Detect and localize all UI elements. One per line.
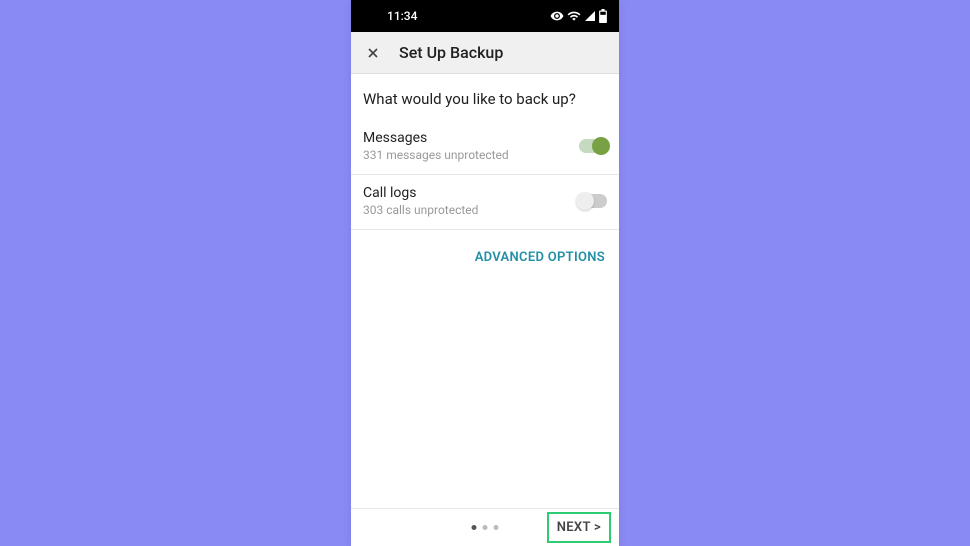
phone-frame: 11:34 Set Up Backup What would you like … bbox=[351, 0, 619, 546]
signal-icon bbox=[584, 10, 596, 22]
toggle-messages[interactable] bbox=[579, 139, 607, 153]
dot-1 bbox=[472, 525, 477, 530]
option-messages[interactable]: Messages 331 messages unprotected bbox=[351, 120, 619, 175]
option-label: Messages bbox=[363, 130, 509, 146]
dot-2 bbox=[483, 525, 488, 530]
option-sublabel: 303 calls unprotected bbox=[363, 203, 478, 217]
section-heading: What would you like to back up? bbox=[351, 74, 619, 120]
app-bar: Set Up Backup bbox=[351, 32, 619, 74]
page-title: Set Up Backup bbox=[399, 43, 503, 62]
wifi-icon bbox=[567, 9, 581, 23]
option-sublabel: 331 messages unprotected bbox=[363, 148, 509, 162]
advanced-row: ADVANCED OPTIONS bbox=[351, 230, 619, 281]
status-icons bbox=[550, 9, 607, 23]
battery-icon bbox=[599, 9, 607, 23]
status-bar: 11:34 bbox=[351, 0, 619, 32]
toggle-call-logs[interactable] bbox=[579, 194, 607, 208]
option-text: Call logs 303 calls unprotected bbox=[363, 185, 478, 217]
eye-icon bbox=[550, 9, 564, 23]
option-label: Call logs bbox=[363, 185, 478, 201]
content-area: What would you like to back up? Messages… bbox=[351, 74, 619, 508]
option-text: Messages 331 messages unprotected bbox=[363, 130, 509, 162]
option-call-logs[interactable]: Call logs 303 calls unprotected bbox=[351, 175, 619, 230]
next-button[interactable]: NEXT > bbox=[547, 512, 611, 543]
close-icon[interactable] bbox=[363, 43, 383, 63]
status-time: 11:34 bbox=[363, 9, 417, 23]
advanced-options-link[interactable]: ADVANCED OPTIONS bbox=[475, 250, 605, 265]
footer-bar: NEXT > bbox=[351, 508, 619, 546]
page-indicator bbox=[472, 525, 499, 530]
dot-3 bbox=[494, 525, 499, 530]
